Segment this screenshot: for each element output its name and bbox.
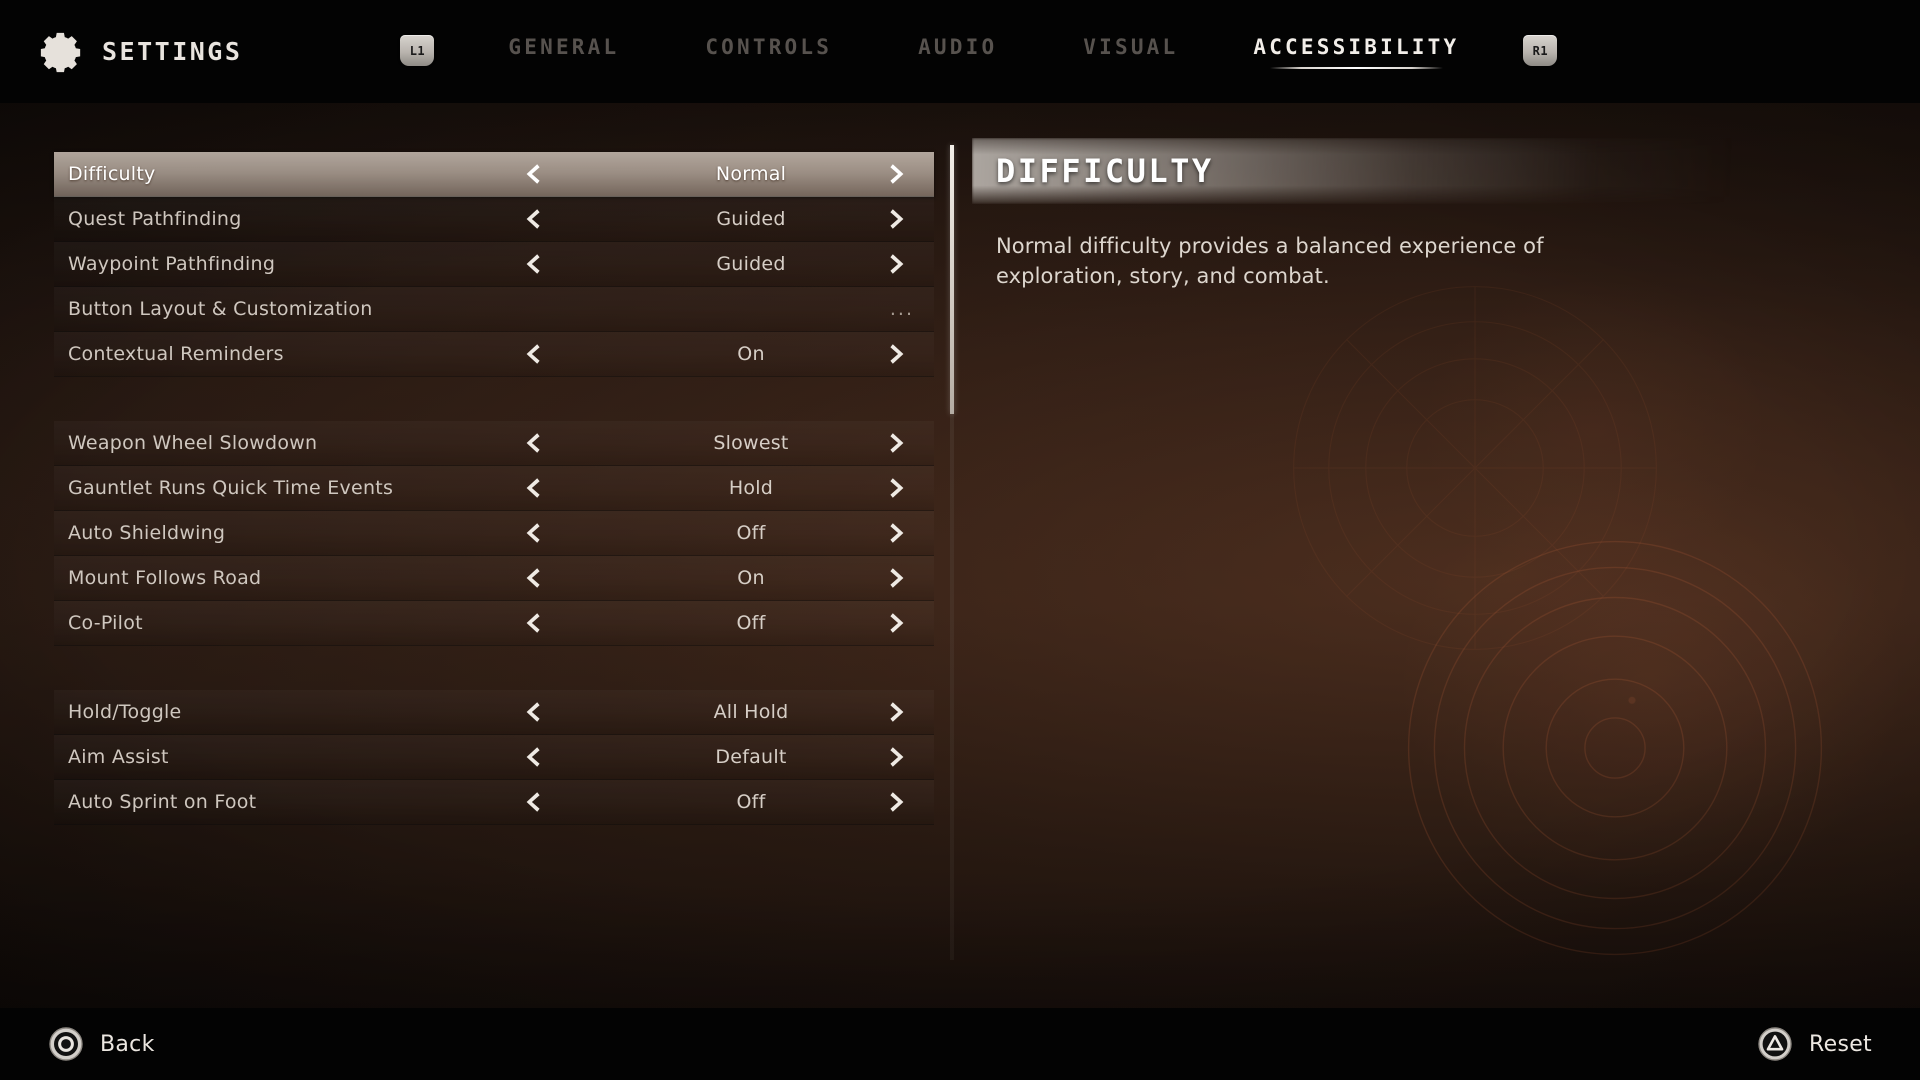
tab-audio[interactable]: AUDIO bbox=[918, 35, 997, 69]
chevron-left-icon[interactable] bbox=[522, 252, 544, 276]
chevron-left-icon[interactable] bbox=[522, 162, 544, 186]
chevron-right-icon[interactable] bbox=[886, 521, 908, 545]
setting-row-control: On bbox=[514, 556, 918, 600]
brand: SETTINGS bbox=[38, 29, 242, 75]
chevron-right-icon[interactable] bbox=[886, 162, 908, 186]
chevron-left-icon[interactable] bbox=[522, 566, 544, 590]
settings-screen: SETTINGS L1 GENERAL CONTROLS AUDIO VISUA… bbox=[0, 0, 1920, 1080]
chevron-left-icon[interactable] bbox=[522, 342, 544, 366]
setting-row[interactable]: Mount Follows Road On bbox=[54, 556, 934, 601]
chevron-right-icon[interactable] bbox=[886, 207, 908, 231]
setting-row[interactable]: Auto Sprint on Foot Off bbox=[54, 780, 934, 825]
setting-row-label: Weapon Wheel Slowdown bbox=[68, 432, 318, 454]
right-bumper-icon[interactable]: R1 bbox=[1523, 35, 1558, 66]
left-bumper-icon[interactable]: L1 bbox=[400, 35, 435, 66]
chevron-left-icon[interactable] bbox=[522, 745, 544, 769]
setting-row-control: Off bbox=[514, 601, 918, 645]
setting-row[interactable]: Gauntlet Runs Quick Time Events Hold bbox=[54, 466, 934, 511]
settings-group: Weapon Wheel Slowdown Slowest Gauntlet Run… bbox=[0, 421, 952, 646]
setting-row-ellipsis[interactable]: ... bbox=[890, 298, 914, 320]
setting-row-control: Off bbox=[514, 780, 918, 824]
chevron-left-icon[interactable] bbox=[522, 521, 544, 545]
tab-accessibility[interactable]: ACCESSIBILITY bbox=[1253, 35, 1459, 69]
chevron-left-icon[interactable] bbox=[522, 611, 544, 635]
setting-row-label: Auto Sprint on Foot bbox=[68, 791, 257, 813]
chevron-left-icon[interactable] bbox=[522, 790, 544, 814]
setting-row-control: Guided bbox=[514, 242, 918, 286]
setting-row-label: Contextual Reminders bbox=[68, 343, 284, 365]
detail-description: Normal difficulty provides a balanced ex… bbox=[996, 234, 1544, 288]
setting-row[interactable]: Aim Assist Default bbox=[54, 735, 934, 780]
triangle-button-icon bbox=[1758, 1027, 1792, 1061]
chevron-right-icon[interactable] bbox=[886, 342, 908, 366]
setting-row[interactable]: Waypoint Pathfinding Guided bbox=[54, 242, 934, 287]
rune-circle-decor-upper bbox=[1293, 286, 1657, 650]
setting-row-label: Gauntlet Runs Quick Time Events bbox=[68, 477, 394, 499]
bottom-hint-bar: Back Reset bbox=[0, 1008, 1920, 1080]
back-button-label: Back bbox=[100, 1031, 155, 1057]
chevron-right-icon[interactable] bbox=[886, 252, 908, 276]
setting-row-label: Auto Shieldwing bbox=[68, 522, 226, 544]
setting-row[interactable]: Co-Pilot Off bbox=[54, 601, 934, 646]
back-button[interactable]: Back bbox=[48, 1026, 155, 1062]
setting-row-label: Co-Pilot bbox=[68, 612, 143, 634]
setting-row[interactable]: Auto Shieldwing Off bbox=[54, 511, 934, 556]
setting-row-control: Default bbox=[514, 735, 918, 779]
setting-row-control: Guided bbox=[514, 197, 918, 241]
settings-group: Difficulty Normal Quest Pathfinding Guided W… bbox=[0, 152, 952, 377]
setting-row-label: Hold/Toggle bbox=[68, 701, 182, 723]
settings-list-inner: Difficulty Normal Quest Pathfinding Guided W… bbox=[0, 103, 952, 825]
chevron-right-icon[interactable] bbox=[886, 700, 908, 724]
tab-controls[interactable]: CONTROLS bbox=[705, 35, 832, 69]
setting-row-label: Difficulty bbox=[68, 163, 156, 185]
setting-row-label: Quest Pathfinding bbox=[68, 208, 242, 230]
setting-row-control: On bbox=[514, 332, 918, 376]
setting-row[interactable]: Button Layout & Customization... bbox=[54, 287, 934, 332]
detail-title: DIFFICULTY bbox=[996, 152, 1214, 190]
chevron-left-icon[interactable] bbox=[522, 207, 544, 231]
setting-row-label: Waypoint Pathfinding bbox=[68, 253, 276, 275]
chevron-right-icon[interactable] bbox=[886, 611, 908, 635]
top-navigation-bar: SETTINGS L1 GENERAL CONTROLS AUDIO VISUA… bbox=[0, 0, 1920, 103]
chevron-left-icon[interactable] bbox=[522, 476, 544, 500]
settings-group: Hold/Toggle All Hold Aim Assist Default Auto… bbox=[0, 690, 952, 825]
setting-row-control: Slowest bbox=[514, 421, 918, 465]
setting-row[interactable]: Difficulty Normal bbox=[54, 152, 934, 197]
tab-general[interactable]: GENERAL bbox=[508, 35, 619, 69]
chevron-right-icon[interactable] bbox=[886, 476, 908, 500]
page-title: SETTINGS bbox=[102, 37, 243, 66]
settings-scrollbar-thumb[interactable] bbox=[950, 145, 954, 414]
setting-row-control: All Hold bbox=[514, 690, 918, 734]
settings-group-separator bbox=[0, 646, 952, 690]
setting-row-control: Hold bbox=[514, 466, 918, 510]
chevron-right-icon[interactable] bbox=[886, 745, 908, 769]
tab-visual[interactable]: VISUAL bbox=[1083, 35, 1178, 69]
reset-button[interactable]: Reset bbox=[1757, 1026, 1872, 1062]
setting-row-control: Normal bbox=[514, 152, 918, 196]
chevron-left-icon[interactable] bbox=[522, 431, 544, 455]
setting-row-control: Off bbox=[514, 511, 918, 555]
setting-row[interactable]: Quest Pathfinding Guided bbox=[54, 197, 934, 242]
setting-row-label: Button Layout & Customization bbox=[68, 298, 373, 320]
settings-scrollbar-track[interactable] bbox=[950, 145, 954, 960]
rune-circle-decor-lower bbox=[1407, 540, 1823, 956]
setting-row-control: ... bbox=[514, 287, 918, 331]
reset-button-label: Reset bbox=[1809, 1031, 1872, 1057]
circle-button-icon bbox=[49, 1027, 83, 1061]
chevron-left-icon[interactable] bbox=[522, 700, 544, 724]
chevron-right-icon[interactable] bbox=[886, 431, 908, 455]
detail-title-wrap: DIFFICULTY bbox=[972, 138, 1826, 210]
setting-row-label: Mount Follows Road bbox=[68, 567, 262, 589]
chevron-right-icon[interactable] bbox=[886, 566, 908, 590]
settings-list: Difficulty Normal Quest Pathfinding Guided W… bbox=[0, 103, 952, 958]
gear-icon bbox=[40, 32, 81, 72]
settings-group-separator bbox=[0, 377, 952, 421]
setting-row[interactable]: Weapon Wheel Slowdown Slowest bbox=[54, 421, 934, 466]
detail-panel: DIFFICULTY Normal difficulty provides a … bbox=[972, 138, 1826, 292]
setting-row[interactable]: Hold/Toggle All Hold bbox=[54, 690, 934, 735]
setting-row-label: Aim Assist bbox=[68, 746, 169, 768]
settings-tabs: L1 GENERAL CONTROLS AUDIO VISUAL ACCESSI… bbox=[316, 35, 1558, 69]
setting-row[interactable]: Contextual Reminders On bbox=[54, 332, 934, 377]
chevron-right-icon[interactable] bbox=[886, 790, 908, 814]
